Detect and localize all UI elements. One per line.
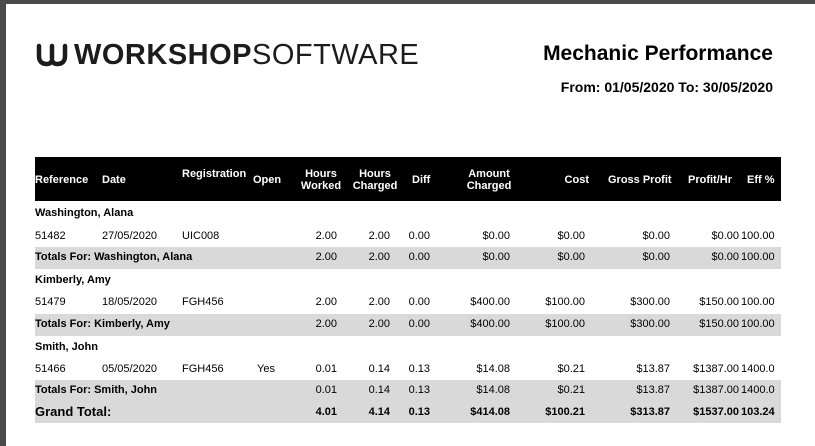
table-row: 51479 18/05/2020 FGH456 2.00 2.00 0.00 $… xyxy=(35,296,775,308)
col-reference: Reference xyxy=(35,174,89,186)
col-date: Date xyxy=(102,174,126,186)
col-registration: Registration xyxy=(182,168,247,180)
col-eff: Eff % xyxy=(747,174,775,186)
report-title: Mechanic Performance xyxy=(543,42,773,65)
col-gross-profit: Gross Profit xyxy=(608,174,672,186)
group-total-row: Totals For: Kimberly, Amy 2.00 2.00 0.00… xyxy=(35,314,781,336)
col-cost: Cost xyxy=(564,174,589,186)
workshop-software-logo: WORKSHOPSOFTWARE xyxy=(36,38,419,72)
table-row: 51482 27/05/2020 UIC008 2.00 2.00 0.00 $… xyxy=(35,230,775,242)
grand-total-label: Grand Total: xyxy=(35,404,112,419)
col-hours-charged: Hours Charged xyxy=(352,168,398,192)
group-header: Smith, John xyxy=(35,341,98,353)
group-header: Kimberly, Amy xyxy=(35,274,111,286)
col-profit-hr: Profit/Hr xyxy=(688,174,732,186)
grand-total-row: Grand Total: 4.01 4.14 0.13 $414.08 $100… xyxy=(35,402,781,423)
col-amount-charged: Amount Charged xyxy=(466,168,512,192)
col-open: Open xyxy=(253,174,282,186)
col-hours-worked: Hours Worked xyxy=(300,168,342,192)
logo-text-light: SOFTWARE xyxy=(252,38,420,71)
table-row: 51466 05/05/2020 FGH456 Yes 0.01 0.14 0.… xyxy=(35,363,775,375)
col-diff: Diff xyxy=(412,174,431,186)
group-total-row: Totals For: Washington, Alana 2.00 2.00 … xyxy=(35,247,781,269)
report-page: WORKSHOPSOFTWARE Mechanic Performance Fr… xyxy=(6,4,815,446)
logo-text-bold: WORKSHOP xyxy=(74,38,252,71)
group-header: Washington, Alana xyxy=(35,207,134,219)
report-date-range: From: 01/05/2020 To: 30/05/2020 xyxy=(560,79,773,95)
workshop-logo-icon xyxy=(36,43,68,67)
table-header: Reference Date Registration Open Hours Wo… xyxy=(35,157,781,201)
group-total-row: Totals For: Smith, John 0.01 0.14 0.13 $… xyxy=(35,380,781,402)
